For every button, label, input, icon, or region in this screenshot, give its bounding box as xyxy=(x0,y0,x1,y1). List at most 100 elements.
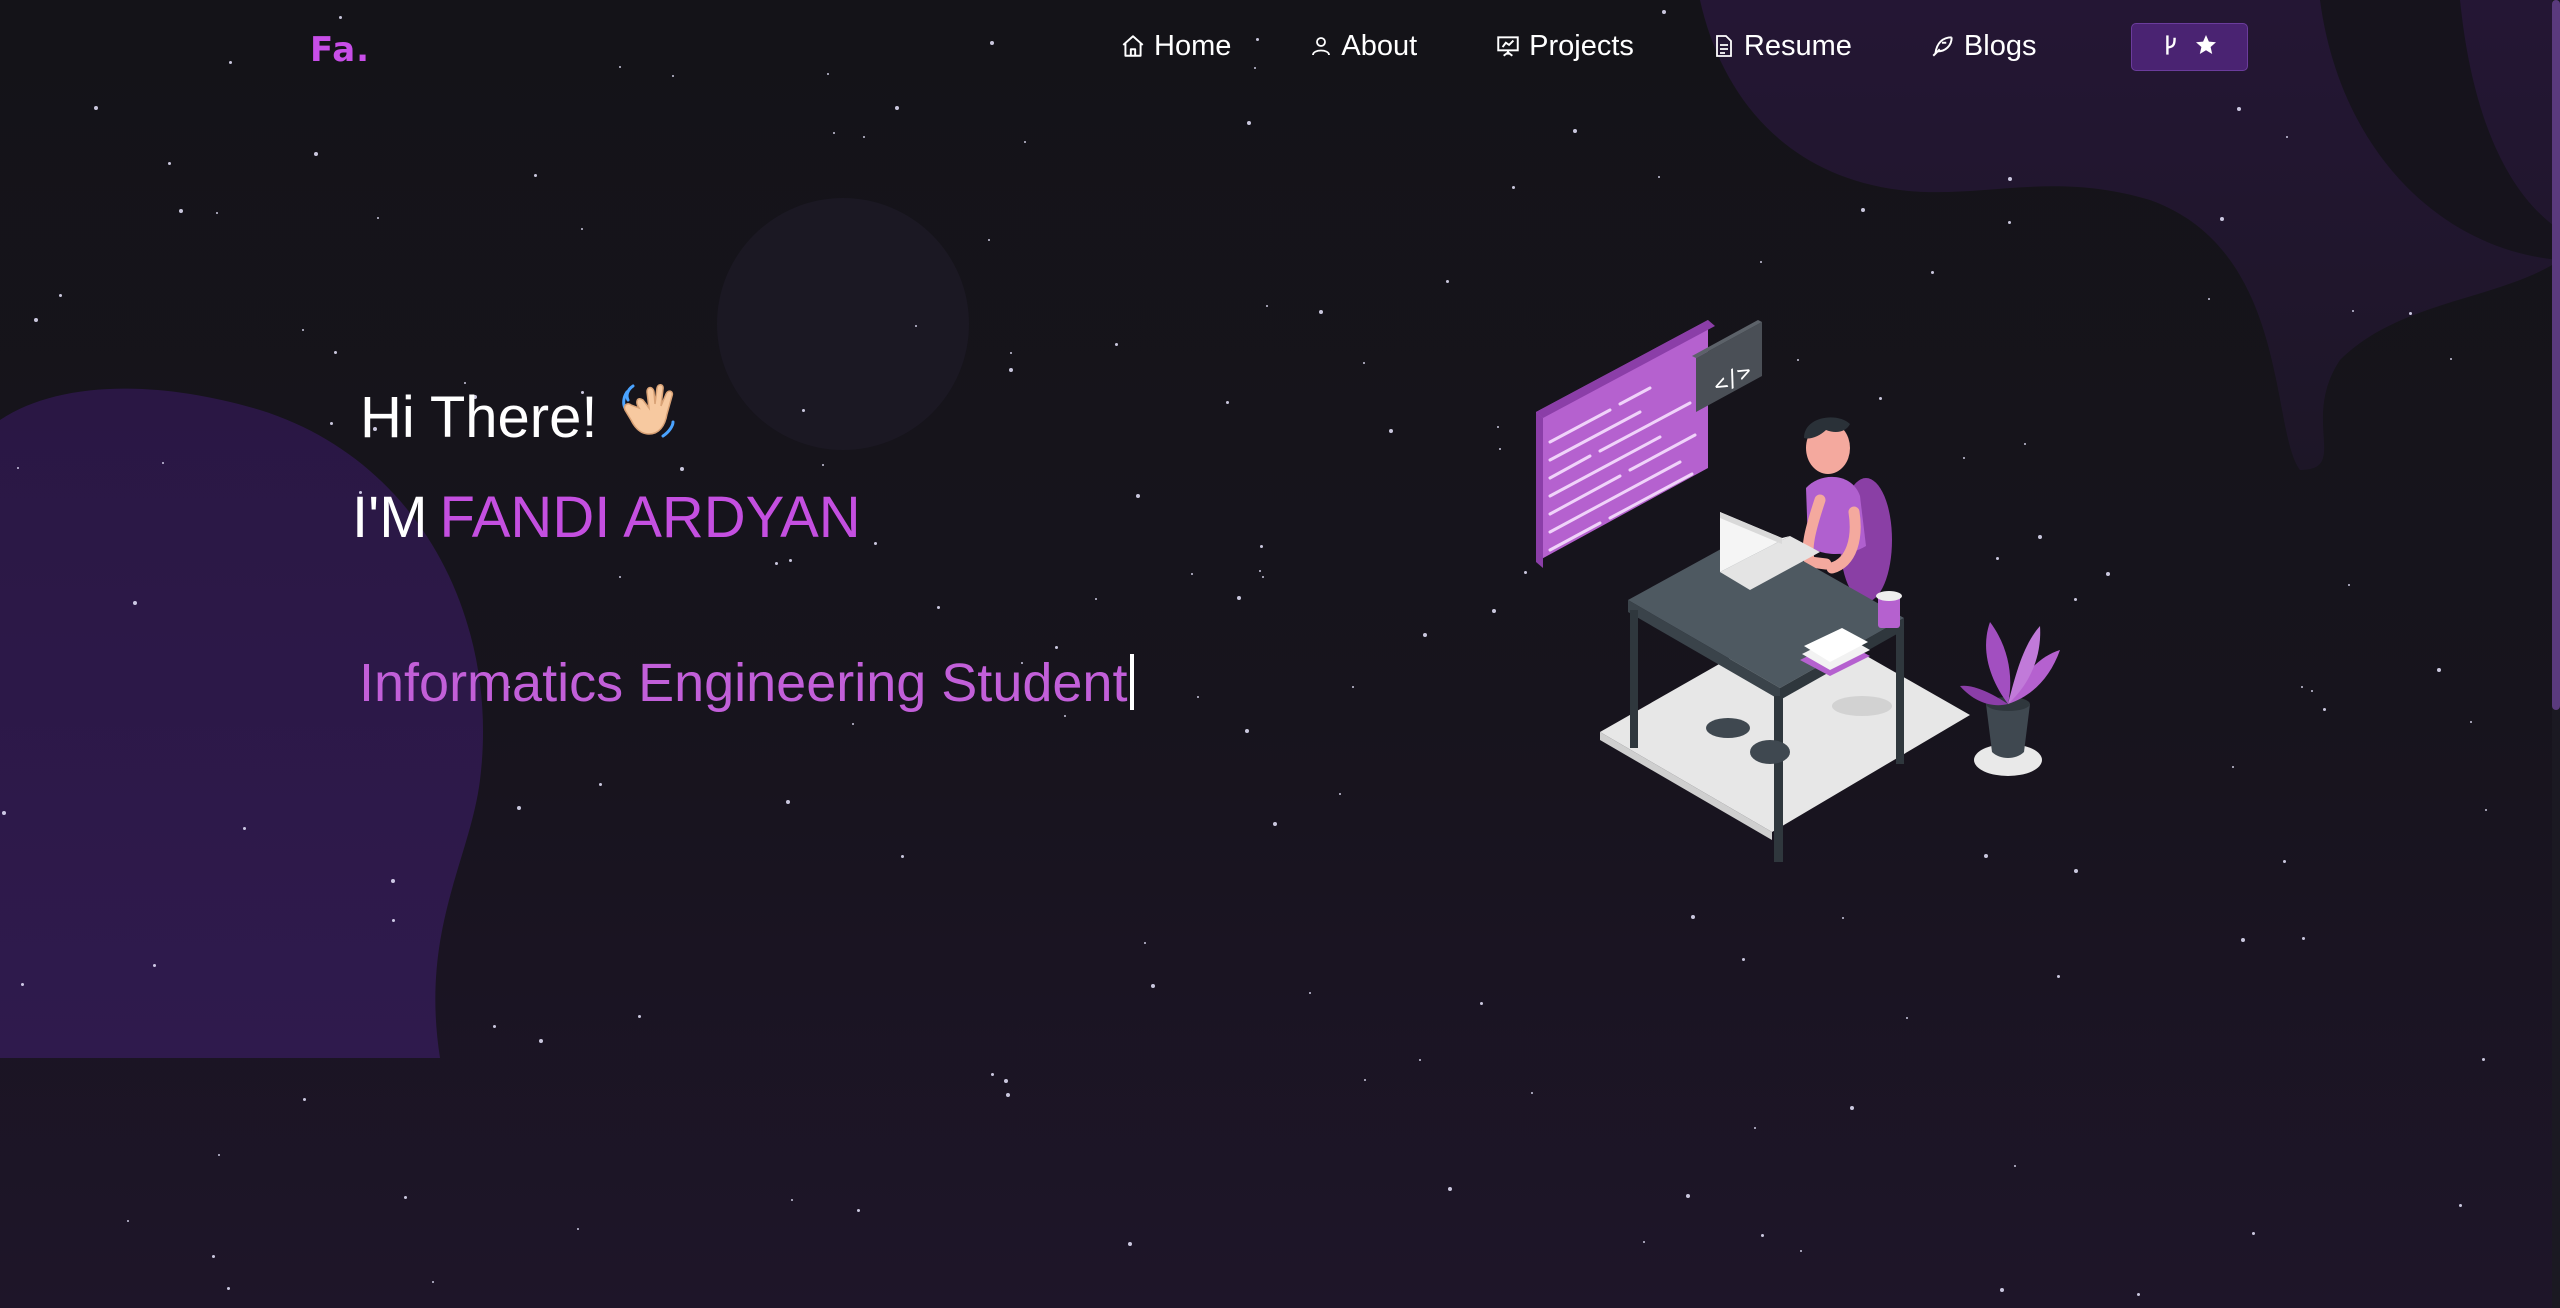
star xyxy=(2459,1204,2462,1207)
star xyxy=(2000,1288,2004,1292)
star xyxy=(1499,448,1501,450)
star xyxy=(133,601,137,605)
star xyxy=(1055,646,1058,649)
document-icon xyxy=(1712,33,1736,59)
star xyxy=(1004,1079,1008,1083)
star xyxy=(227,1287,230,1290)
star xyxy=(1259,570,1261,572)
star xyxy=(2232,766,2234,768)
star xyxy=(432,1281,434,1283)
star xyxy=(2409,312,2412,315)
star xyxy=(1309,992,1311,994)
star xyxy=(915,325,917,327)
star xyxy=(1800,1250,1802,1252)
star xyxy=(493,1025,496,1028)
star xyxy=(1363,362,1365,364)
star xyxy=(1448,1187,1452,1191)
page-scrollbar[interactable] xyxy=(2552,0,2560,1308)
star xyxy=(377,217,379,219)
star xyxy=(775,562,778,565)
nav-home-label: Home xyxy=(1154,29,1232,62)
star xyxy=(2485,809,2487,811)
star xyxy=(1144,942,1146,944)
git-fork-icon xyxy=(2162,33,2180,62)
star xyxy=(2241,938,2245,942)
star xyxy=(833,132,835,134)
star xyxy=(599,783,602,786)
star xyxy=(539,1039,543,1043)
star xyxy=(2237,107,2241,111)
star xyxy=(1009,368,1013,372)
person-name: FANDI ARDYAN xyxy=(439,485,861,550)
star xyxy=(1064,715,1066,717)
hero-greeting: Hi There! xyxy=(360,378,681,456)
star xyxy=(1742,958,1745,961)
scrollbar-thumb[interactable] xyxy=(2552,0,2560,710)
star xyxy=(2470,721,2472,723)
nav-blogs-label: Blogs xyxy=(1963,29,2037,62)
star xyxy=(1191,573,1193,575)
star xyxy=(404,1196,407,1199)
star xyxy=(2014,1165,2016,1167)
star xyxy=(1492,609,1496,613)
star xyxy=(1761,1234,1764,1237)
star xyxy=(2302,937,2305,940)
star xyxy=(1197,696,1199,698)
typewriter-role: Informatics Engineering Student xyxy=(359,652,1135,714)
star xyxy=(330,422,333,425)
intro-prefix: I'M xyxy=(352,485,428,550)
star xyxy=(2286,136,2288,138)
star xyxy=(1861,208,1865,212)
star xyxy=(2057,975,2060,978)
star xyxy=(1419,1059,1421,1061)
star xyxy=(1850,1106,1854,1110)
waving-hand-icon xyxy=(617,378,681,456)
star xyxy=(1497,426,1499,428)
star xyxy=(391,879,395,883)
star xyxy=(212,1255,215,1258)
star xyxy=(1480,1002,1483,1005)
star xyxy=(314,152,318,156)
navbar: Fa. Home About Projects Resume Blogs xyxy=(0,0,2560,96)
star xyxy=(1024,141,1026,143)
star xyxy=(789,559,792,562)
star xyxy=(1128,1242,1132,1246)
star xyxy=(1226,401,1229,404)
star xyxy=(619,576,621,578)
star xyxy=(937,606,940,609)
star xyxy=(94,106,98,110)
star xyxy=(1754,1127,1756,1129)
star xyxy=(1931,271,1934,274)
star xyxy=(1245,729,1249,733)
star xyxy=(901,855,904,858)
star xyxy=(534,174,537,177)
nav-about[interactable]: About xyxy=(1309,30,1417,63)
site-logo[interactable]: Fa. xyxy=(310,30,370,70)
hero-name: I'M FANDI ARDYAN xyxy=(352,484,861,551)
star xyxy=(1658,176,1660,178)
nav-home[interactable]: Home xyxy=(1120,30,1231,63)
star xyxy=(577,1228,579,1230)
star xyxy=(2482,1058,2485,1061)
nav-resume[interactable]: Resume xyxy=(1712,30,1852,63)
star xyxy=(179,209,183,213)
star xyxy=(1237,596,1241,600)
star xyxy=(895,106,899,110)
star xyxy=(2,811,6,815)
star xyxy=(1364,1079,1366,1081)
nav-blogs[interactable]: Blogs xyxy=(1930,29,2037,63)
star xyxy=(21,983,24,986)
nav-projects[interactable]: Projects xyxy=(1495,30,1634,63)
star xyxy=(802,409,805,412)
star xyxy=(34,318,38,322)
star xyxy=(1266,305,1268,307)
star xyxy=(1151,984,1155,988)
star xyxy=(517,806,521,810)
star xyxy=(988,239,990,241)
star xyxy=(1339,793,1341,795)
star xyxy=(1686,1194,1690,1198)
star xyxy=(638,1015,641,1018)
github-fork-star-button[interactable] xyxy=(2131,23,2248,71)
star xyxy=(822,464,824,466)
star xyxy=(1842,917,1844,919)
